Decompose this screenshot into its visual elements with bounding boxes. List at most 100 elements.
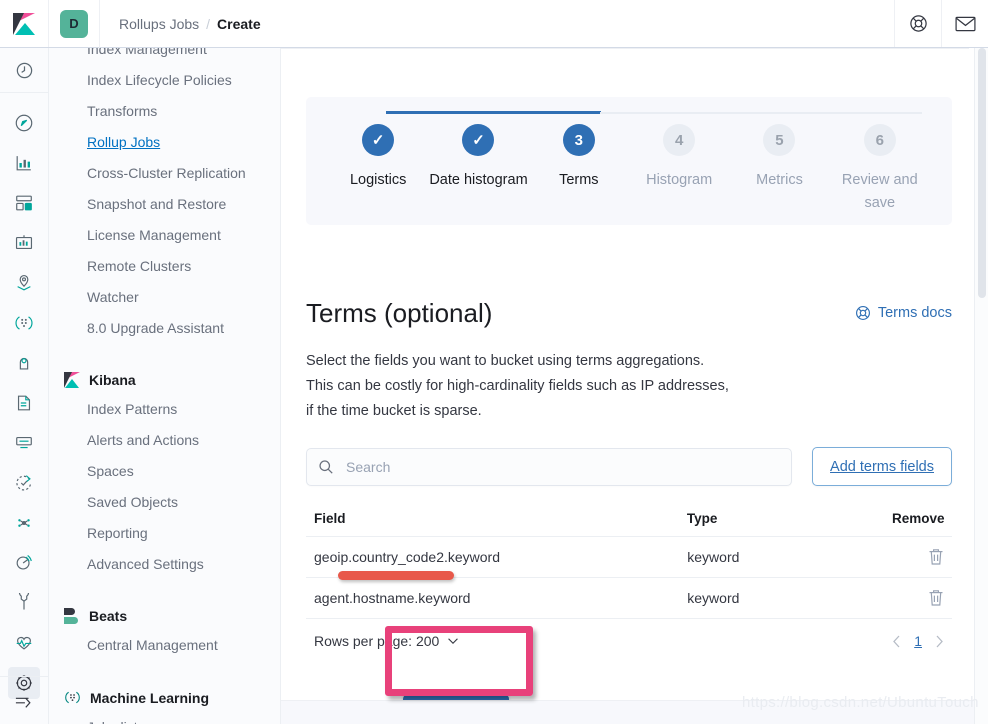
space-avatar[interactable]: D xyxy=(60,10,88,38)
cell-field: agent.hostname.keyword xyxy=(314,590,687,606)
logs-icon[interactable] xyxy=(8,387,40,419)
vertical-scrollbar[interactable] xyxy=(974,48,988,724)
top-header-bar: D Rollups Jobs / Create xyxy=(0,0,988,48)
sidebar-item-rollup-jobs[interactable]: Rollup Jobs xyxy=(49,127,280,158)
maps-icon[interactable] xyxy=(8,267,40,299)
step-connector-5 xyxy=(814,112,922,114)
breadcrumb: Rollups Jobs / Create xyxy=(119,16,261,32)
breadcrumb-separator: / xyxy=(206,16,210,32)
sidebar-item-spaces[interactable]: Spaces xyxy=(49,456,280,487)
infrastructure-icon[interactable] xyxy=(8,347,40,379)
terms-docs-link[interactable]: Terms docs xyxy=(855,297,952,321)
chevron-right-icon[interactable] xyxy=(935,635,944,648)
kibana-logo-icon xyxy=(64,372,80,388)
description-line-2: This can be costly for high-cardinality … xyxy=(306,374,866,399)
kibana-logo[interactable] xyxy=(0,0,49,47)
recently-viewed-button[interactable] xyxy=(0,48,48,93)
step-review-and-save[interactable]: 6 Review and save xyxy=(830,124,930,215)
column-header-remove: Remove xyxy=(892,511,944,526)
step-circle: 3 xyxy=(563,124,595,156)
siem-icon[interactable] xyxy=(8,507,40,539)
machine-learning-logo-icon xyxy=(64,689,81,706)
breadcrumb-current[interactable]: Create xyxy=(217,16,261,32)
search-icon xyxy=(318,459,334,475)
sidebar-item-cross-cluster-replication[interactable]: Cross-Cluster Replication xyxy=(49,158,280,189)
table-row: agent.hostname.keyword keyword xyxy=(306,578,952,619)
sidebar-item-transforms[interactable]: Transforms xyxy=(49,96,280,127)
canvas-icon[interactable] xyxy=(8,227,40,259)
mail-icon[interactable] xyxy=(941,0,988,47)
cell-type: keyword xyxy=(687,549,892,565)
sidebar-item-reporting[interactable]: Reporting xyxy=(49,518,280,549)
step-metrics[interactable]: 5 Metrics xyxy=(729,124,829,215)
step-connector-3 xyxy=(600,112,708,114)
step-circle: 5 xyxy=(763,124,795,156)
sidebar-item-index-lifecycle-policies[interactable]: Index Lifecycle Policies xyxy=(49,65,280,96)
section-title: Terms (optional) xyxy=(306,297,492,329)
nav-spacer xyxy=(49,580,280,602)
description-line-1: Select the fields you want to bucket usi… xyxy=(306,349,866,374)
sidebar-item-license-management[interactable]: License Management xyxy=(49,220,280,251)
chevron-left-icon[interactable] xyxy=(892,635,901,648)
monitoring-icon[interactable] xyxy=(8,547,40,579)
scrollbar-thumb[interactable] xyxy=(978,48,986,298)
kibana-app-window: D Rollups Jobs / Create xyxy=(0,0,988,724)
nav-spacer xyxy=(49,661,280,683)
remove-field-button[interactable] xyxy=(893,548,944,566)
sidebar-item-index-management[interactable]: Index Management xyxy=(49,48,280,65)
step-label: Metrics xyxy=(756,169,803,192)
uptime-icon[interactable] xyxy=(8,467,40,499)
nav-scroll-container: Index Management Index Lifecycle Policie… xyxy=(49,48,280,724)
page-number-controls: 1 xyxy=(892,633,944,649)
step-histogram[interactable]: 4 Histogram xyxy=(629,124,729,215)
section-description: Select the fields you want to bucket usi… xyxy=(306,349,866,424)
main-content: Create rollup job ✓ Logistics xyxy=(281,48,988,724)
nav-group-kibana: Kibana xyxy=(49,366,280,394)
column-header-field: Field xyxy=(314,511,687,526)
step-label: Histogram xyxy=(646,169,712,192)
page-number-1[interactable]: 1 xyxy=(914,633,922,649)
remove-field-button[interactable] xyxy=(893,589,944,607)
sidebar-item-alerts-and-actions[interactable]: Alerts and Actions xyxy=(49,425,280,456)
watermark: https://blog.csdn.net/UbuntuTouch xyxy=(742,694,979,711)
sidebar-item-jobs-list[interactable]: Jobs list xyxy=(49,712,280,724)
step-label: Logistics xyxy=(350,169,406,192)
visualize-icon[interactable] xyxy=(8,147,40,179)
sidebar-item-central-management[interactable]: Central Management xyxy=(49,630,280,661)
sidebar-item-index-patterns[interactable]: Index Patterns xyxy=(49,394,280,425)
step-terms[interactable]: 3 Terms xyxy=(529,124,629,215)
heartbeat-icon[interactable] xyxy=(8,627,40,659)
machine-learning-icon[interactable] xyxy=(8,307,40,339)
terms-fields-table: Field Type Remove geoip.country_code2.ke… xyxy=(306,511,952,649)
nav-group-machine-learning: Machine Learning xyxy=(49,683,280,712)
sidebar-item-remote-clusters[interactable]: Remote Clusters xyxy=(49,251,280,282)
chevron-down-icon xyxy=(447,637,459,645)
collapse-arrow-icon[interactable] xyxy=(0,676,48,724)
description-line-3: if the time bucket is sparse. xyxy=(306,399,866,424)
help-icon[interactable] xyxy=(894,0,941,47)
breadcrumb-parent[interactable]: Rollups Jobs xyxy=(119,16,199,32)
step-circle: ✓ xyxy=(362,124,394,156)
step-label: Date histogram xyxy=(429,169,527,192)
search-box[interactable] xyxy=(306,448,792,486)
step-date-histogram[interactable]: ✓ Date histogram xyxy=(428,124,528,215)
discover-icon[interactable] xyxy=(8,107,40,139)
apm-icon[interactable] xyxy=(8,427,40,459)
search-input[interactable] xyxy=(344,458,780,476)
table-pagination: Rows per page: 200 xyxy=(306,619,952,649)
step-logistics[interactable]: ✓ Logistics xyxy=(328,124,428,215)
nav-group-title-text: Machine Learning xyxy=(90,690,209,706)
sidebar-item-snapshot-and-restore[interactable]: Snapshot and Restore xyxy=(49,189,280,220)
kibana-logo-icon xyxy=(13,13,35,35)
sidebar-item-advanced-settings[interactable]: Advanced Settings xyxy=(49,549,280,580)
sidebar-item-saved-objects[interactable]: Saved Objects xyxy=(49,487,280,518)
sidebar-item-watcher[interactable]: Watcher xyxy=(49,282,280,313)
add-terms-fields-button[interactable]: Add terms fields xyxy=(812,447,952,486)
rows-per-page-selector[interactable]: Rows per page: 200 xyxy=(314,633,459,649)
rows-per-page-label: Rows per page: 200 xyxy=(314,633,439,649)
sidebar-item-upgrade-assistant[interactable]: 8.0 Upgrade Assistant xyxy=(49,313,280,344)
table-header-row: Field Type Remove xyxy=(306,511,952,537)
settings-nav-panel: Index Management Index Lifecycle Policie… xyxy=(49,48,281,724)
wrench-icon[interactable] xyxy=(8,587,40,619)
dashboard-icon[interactable] xyxy=(8,187,40,219)
